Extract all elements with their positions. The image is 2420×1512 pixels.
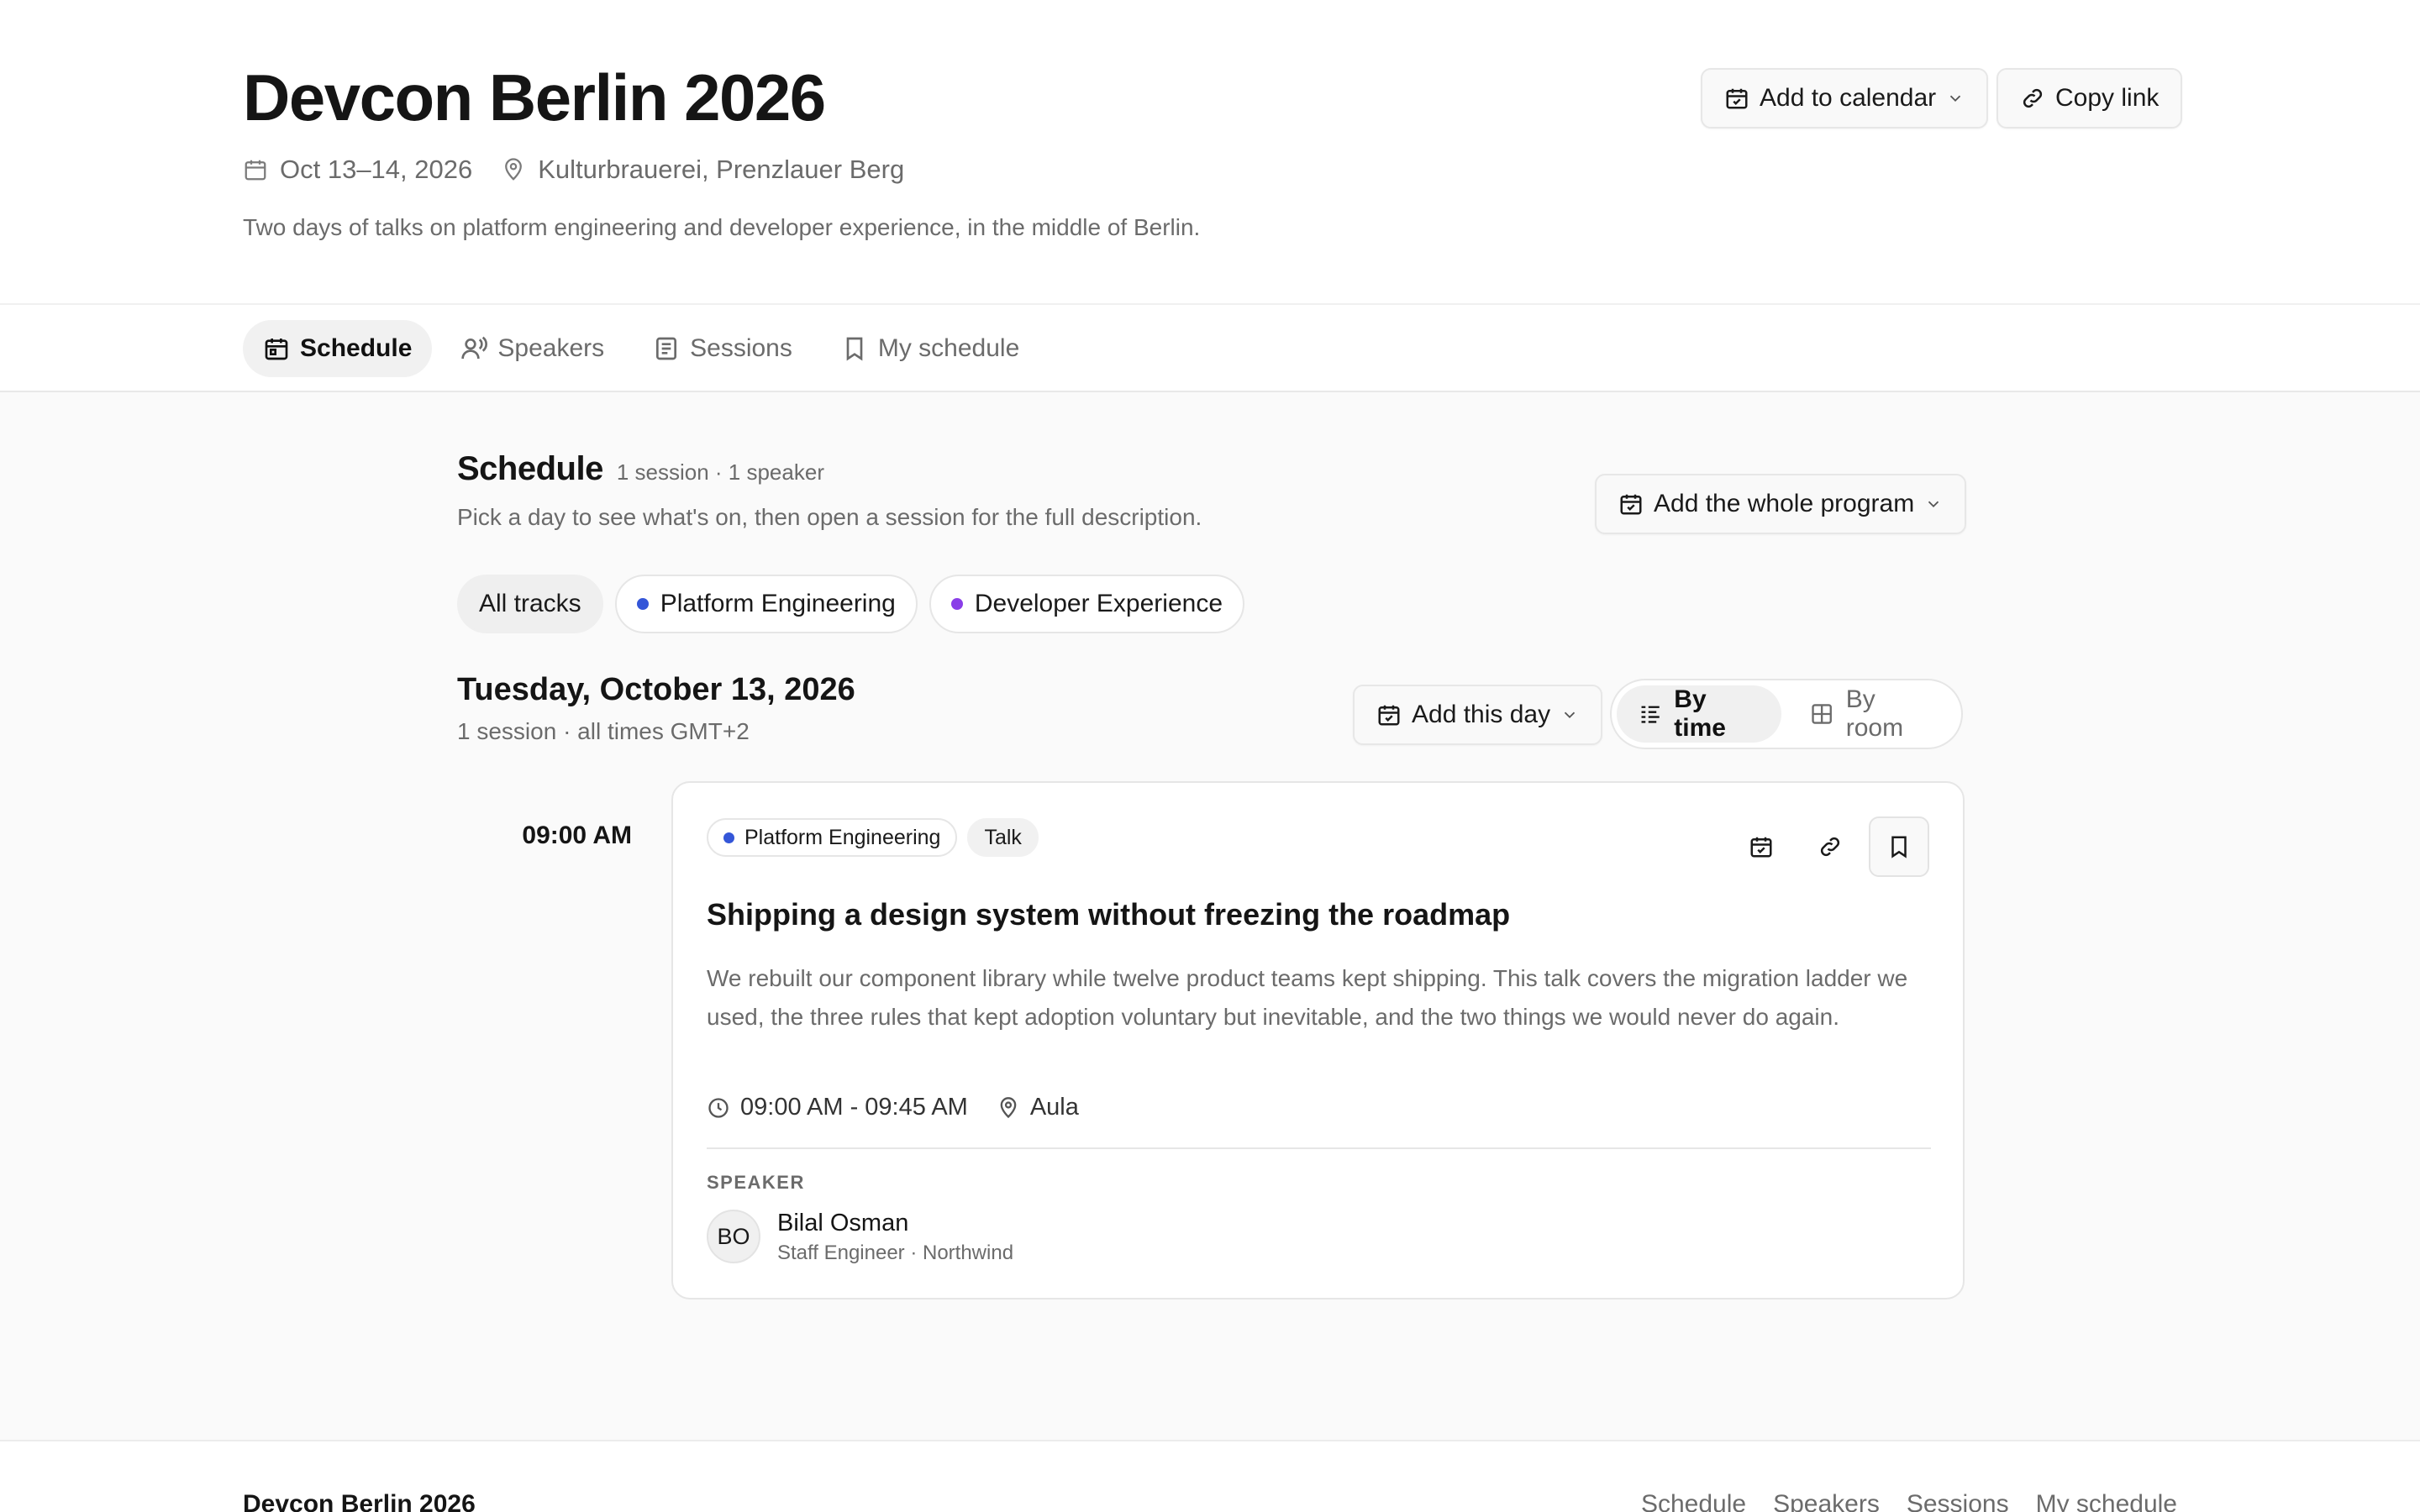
avatar[interactable]: BO (707, 1210, 760, 1263)
add-session-to-calendar-button[interactable] (1731, 816, 1791, 877)
session-track-tag: Platform Engineering (707, 818, 958, 857)
filter-platform-label: Platform Engineering (660, 590, 896, 617)
add-to-calendar-button[interactable]: Add to calendar (1701, 68, 1989, 129)
event-description: Two days of talks on platform engineerin… (243, 214, 1201, 240)
map-pin-icon (1000, 1096, 1017, 1118)
session-time-label: 09:00 AM (522, 822, 632, 849)
filter-all-label: All tracks (479, 590, 581, 617)
session-track-label: Platform Engineering (744, 825, 941, 849)
copy-link-label: Copy link (2055, 84, 2160, 112)
bookmark-icon (846, 337, 863, 361)
view-by-room-label: By room (1845, 685, 1904, 742)
calendar-check-icon (1726, 88, 1748, 109)
event-venue: Kulturbrauerei, Prenzlauer Berg (501, 155, 904, 185)
tab-speakers[interactable]: Speakers (440, 320, 624, 377)
footer-link-my-schedule[interactable]: My schedule (2036, 1490, 2177, 1512)
copy-link-button[interactable]: Copy link (1996, 68, 2183, 129)
footer-title: Devcon Berlin 2026 (243, 1490, 476, 1512)
schedule-title: Schedule (457, 450, 603, 487)
view-by-room-button[interactable]: By room (1788, 685, 1956, 743)
speaker-icon (461, 336, 488, 360)
add-whole-program-label: Add the whole program (1654, 490, 1915, 517)
view-toggle: By time By room (1610, 679, 1963, 749)
grid-icon (1812, 704, 1833, 724)
footer-link-schedule[interactable]: Schedule (1641, 1490, 1746, 1512)
document-icon (656, 337, 677, 360)
tab-my-schedule[interactable]: My schedule (821, 320, 1039, 377)
tab-speakers-label: Speakers (497, 334, 605, 362)
track-filters: All tracks Platform Engineering Develope… (457, 575, 1245, 633)
link-icon (2023, 88, 2043, 108)
bookmark-icon (1891, 836, 1907, 858)
calendar-check-icon (1750, 837, 1772, 858)
session-meta: 09:00 AM - 09:45 AM Aula (707, 1094, 1107, 1121)
map-pin-icon (505, 158, 523, 181)
speaker-role: Staff Engineer · Northwind (777, 1242, 1014, 1264)
event-title: Devcon Berlin 2026 (243, 60, 826, 134)
copy-session-link-button[interactable] (1800, 816, 1860, 877)
clock-icon (708, 1097, 729, 1118)
filter-devex-label: Developer Experience (974, 590, 1223, 617)
list-time-icon (1641, 706, 1660, 723)
day-title: Tuesday, October 13, 2026 (457, 672, 855, 707)
add-this-day-button[interactable]: Add this day (1353, 685, 1603, 745)
link-icon (1820, 837, 1840, 857)
calendar-icon (265, 339, 288, 360)
session-room: Aula (997, 1094, 1079, 1121)
footer-link-sessions[interactable]: Sessions (1907, 1490, 2009, 1512)
tab-sessions-label: Sessions (690, 334, 792, 362)
add-to-calendar-label: Add to calendar (1760, 84, 1937, 112)
footer: Devcon Berlin 2026 Schedule Speakers Ses… (0, 1440, 2420, 1512)
track-color-dot (636, 598, 649, 610)
main-nav: Schedule Speakers Sessions My schedule (0, 303, 2420, 392)
schedule-counts: 1 session · 1 speaker (616, 459, 824, 485)
event-dates-text: Oct 13–14, 2026 (280, 155, 473, 184)
chevron-down-icon (1564, 711, 1576, 719)
speaker-section-label: SPEAKER (707, 1172, 805, 1193)
track-color-dot (723, 832, 734, 843)
session-description: We rebuilt our component library while t… (707, 965, 1908, 1030)
schedule-heading: Schedule 1 session · 1 speaker (457, 450, 824, 488)
tab-schedule-label: Schedule (300, 334, 413, 362)
speaker-name[interactable]: Bilal Osman (777, 1210, 908, 1237)
day-subtitle: 1 session · all times GMT+2 (457, 718, 750, 744)
view-by-time-label: By time (1674, 685, 1726, 742)
chevron-down-icon (1950, 95, 1961, 102)
session-type-tag: Talk (967, 818, 1039, 857)
session-type-label: Talk (984, 825, 1022, 849)
divider (707, 1147, 1931, 1149)
event-venue-text: Kulturbrauerei, Prenzlauer Berg (538, 155, 905, 184)
session-actions (1731, 816, 1929, 877)
filter-developer-experience[interactable]: Developer Experience (929, 575, 1245, 633)
view-by-time-button[interactable]: By time (1617, 685, 1782, 743)
add-whole-program-button[interactable]: Add the whole program (1595, 474, 1967, 534)
calendar-check-icon (1378, 705, 1400, 726)
calendar-icon (245, 160, 266, 181)
footer-link-speakers[interactable]: Speakers (1773, 1490, 1880, 1512)
calendar-check-icon (1620, 494, 1642, 515)
session-time-range: 09:00 AM - 09:45 AM (707, 1094, 968, 1121)
event-meta: Oct 13–14, 2026 Kulturbrauerei, Prenzlau… (243, 155, 933, 185)
add-this-day-label: Add this day (1412, 701, 1551, 728)
filter-all-tracks[interactable]: All tracks (457, 575, 603, 633)
tab-sessions[interactable]: Sessions (633, 320, 813, 377)
tab-my-schedule-label: My schedule (877, 334, 1020, 362)
bookmark-session-button[interactable] (1869, 816, 1929, 877)
footer-links: Schedule Speakers Sessions My schedule (1641, 1490, 2177, 1512)
session-card[interactable]: Platform Engineering Talk Shipping a des… (671, 781, 1965, 1299)
tab-schedule[interactable]: Schedule (243, 320, 433, 377)
track-color-dot (950, 598, 963, 610)
session-room-text: Aula (1029, 1094, 1079, 1121)
event-dates: Oct 13–14, 2026 (243, 155, 472, 185)
chevron-down-icon (1928, 501, 1939, 508)
filter-platform-engineering[interactable]: Platform Engineering (614, 575, 918, 633)
session-time-range-text: 09:00 AM - 09:45 AM (740, 1094, 968, 1121)
session-title[interactable]: Shipping a design system without freezin… (707, 897, 1510, 932)
session-tags: Platform Engineering Talk (707, 818, 1039, 857)
schedule-subtitle: Pick a day to see what's on, then open a… (457, 504, 1202, 530)
